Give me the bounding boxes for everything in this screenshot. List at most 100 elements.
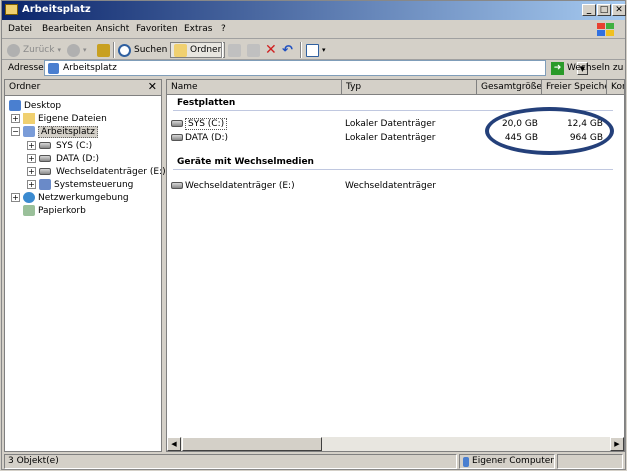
folder-pane-title: Ordner xyxy=(9,82,41,92)
delete-x-icon: ✕ xyxy=(265,42,277,58)
toolbar-separator xyxy=(221,42,223,58)
delete-button[interactable]: ✕ xyxy=(265,42,277,58)
chevron-down-icon: ▾ xyxy=(83,46,87,54)
go-arrow-icon: ➜ xyxy=(551,61,564,75)
address-label: Adresse xyxy=(8,63,44,73)
window-title: Arbeitsplatz xyxy=(22,4,91,15)
forward-arrow-icon xyxy=(67,43,80,57)
tree-item-systemsteuerung[interactable]: + Systemsteuerung xyxy=(27,178,133,191)
back-button[interactable]: Zurück ▾ xyxy=(7,42,61,58)
copy-to-button[interactable] xyxy=(247,42,260,58)
back-arrow-icon xyxy=(7,43,20,57)
folder-pane-header: Ordner ✕ xyxy=(5,80,161,96)
group-title-festplatten: Festplatten xyxy=(177,98,236,108)
highlight-oval xyxy=(485,107,614,155)
title-bar[interactable]: Arbeitsplatz _ □ ✕ xyxy=(2,1,626,20)
menu-extras[interactable]: Extras xyxy=(184,24,212,34)
column-header-name[interactable]: Name xyxy=(167,80,342,95)
minimize-button[interactable]: _ xyxy=(582,4,596,16)
desktop-icon xyxy=(9,100,21,111)
move-to-button[interactable] xyxy=(228,42,241,58)
hard-drive-icon xyxy=(171,120,183,127)
tree-item-data-d[interactable]: + DATA (D:) xyxy=(27,152,99,165)
folder-icon xyxy=(174,43,187,57)
expand-icon[interactable]: + xyxy=(27,141,36,150)
toolbar-separator xyxy=(113,42,115,58)
computer-icon xyxy=(48,63,59,74)
tree-item-wechseldatentraeger[interactable]: + Wechseldatenträger (E:) xyxy=(27,165,166,178)
tree-item-netzwerkumgebung[interactable]: + Netzwerkumgebung xyxy=(11,191,129,204)
forward-button[interactable]: ▾ xyxy=(67,42,87,58)
tree-item-eigene-dateien[interactable]: + Eigene Dateien xyxy=(11,112,107,125)
removable-drive-icon xyxy=(171,182,183,189)
views-icon xyxy=(306,43,319,57)
status-object-count: 3 Objekt(e) xyxy=(4,454,457,469)
search-icon xyxy=(118,43,131,57)
column-header-comment[interactable]: Kom xyxy=(607,80,624,95)
folder-icon xyxy=(23,113,35,124)
computer-icon xyxy=(463,456,470,467)
list-row-wechseldatentraeger[interactable]: Wechseldatenträger (E:) Wechseldatenträg… xyxy=(167,180,622,193)
toolbar: Zurück ▾ ▾ Suchen Ordner ✕ ↶ ▾ xyxy=(2,40,625,60)
expand-icon[interactable]: + xyxy=(27,167,36,176)
hard-drive-icon xyxy=(39,142,51,149)
horizontal-scrollbar[interactable]: ◀ ▶ xyxy=(167,437,624,451)
menu-bar: Datei Bearbeiten Ansicht Favoriten Extra… xyxy=(2,21,625,39)
group-title-wechselmedien: Geräte mit Wechselmedien xyxy=(177,157,314,167)
go-button[interactable]: ➜ Wechseln zu xyxy=(551,60,623,76)
column-header-total-size[interactable]: Gesamtgröße xyxy=(477,80,542,95)
collapse-icon[interactable]: − xyxy=(11,127,20,136)
address-bar: Adresse Arbeitsplatz ▼ ➜ Wechseln zu xyxy=(2,60,625,77)
scroll-left-button[interactable]: ◀ xyxy=(167,437,181,451)
windows-logo-icon xyxy=(597,23,614,36)
undo-button[interactable]: ↶ xyxy=(282,42,293,58)
views-button[interactable]: ▾ xyxy=(306,42,326,58)
copy-to-icon xyxy=(247,43,260,57)
toolbar-separator xyxy=(300,42,302,58)
tree-item-arbeitsplatz[interactable]: − Arbeitsplatz xyxy=(11,125,98,138)
hard-drive-icon xyxy=(171,134,183,141)
status-zone: Eigener Computer xyxy=(459,454,555,469)
control-panel-icon xyxy=(39,179,51,190)
scroll-right-button[interactable]: ▶ xyxy=(610,437,624,451)
folders-button[interactable]: Ordner xyxy=(170,42,226,58)
chevron-down-icon: ▾ xyxy=(322,46,326,54)
column-header-type[interactable]: Typ xyxy=(342,80,477,95)
menu-bearbeiten[interactable]: Bearbeiten xyxy=(42,24,91,34)
computer-icon xyxy=(23,126,35,137)
chevron-down-icon: ▾ xyxy=(57,46,61,54)
menu-ansicht[interactable]: Ansicht xyxy=(96,24,129,34)
search-button[interactable]: Suchen xyxy=(118,42,167,58)
recycle-bin-icon xyxy=(23,205,35,216)
address-value: Arbeitsplatz xyxy=(63,63,117,73)
expand-icon[interactable]: + xyxy=(11,193,20,202)
expand-icon[interactable]: + xyxy=(11,114,20,123)
up-folder-button[interactable] xyxy=(97,42,110,58)
address-input[interactable]: Arbeitsplatz ▼ xyxy=(44,60,588,76)
network-icon xyxy=(23,192,35,203)
up-folder-icon xyxy=(97,43,110,57)
move-to-icon xyxy=(228,43,241,57)
column-header-free-space[interactable]: Freier Speicher xyxy=(542,80,607,95)
menu-favoriten[interactable]: Favoriten xyxy=(136,24,178,34)
folder-icon xyxy=(5,4,18,15)
hard-drive-icon xyxy=(39,155,51,162)
status-bar: 3 Objekt(e) Eigener Computer xyxy=(2,453,625,470)
undo-icon: ↶ xyxy=(282,42,293,58)
group-divider xyxy=(173,169,613,170)
menu-datei[interactable]: Datei xyxy=(8,24,32,34)
close-pane-button[interactable]: ✕ xyxy=(148,80,157,93)
expand-icon[interactable]: + xyxy=(27,180,36,189)
explorer-window: Arbeitsplatz _ □ ✕ Datei Bearbeiten Ansi… xyxy=(1,0,626,470)
tree-item-sys-c[interactable]: + SYS (C:) xyxy=(27,139,92,152)
maximize-button[interactable]: □ xyxy=(597,4,611,16)
scrollbar-thumb[interactable] xyxy=(182,437,322,451)
status-extra xyxy=(557,454,623,469)
removable-drive-icon xyxy=(39,168,51,175)
expand-icon[interactable]: + xyxy=(27,154,36,163)
menu-help[interactable]: ? xyxy=(221,24,226,34)
tree-item-desktop[interactable]: Desktop xyxy=(9,99,61,112)
close-button[interactable]: ✕ xyxy=(612,4,626,16)
tree-item-papierkorb[interactable]: Papierkorb xyxy=(23,204,86,217)
folder-tree-pane: Ordner ✕ Desktop + Eigene Dateien − Arbe… xyxy=(4,79,166,452)
